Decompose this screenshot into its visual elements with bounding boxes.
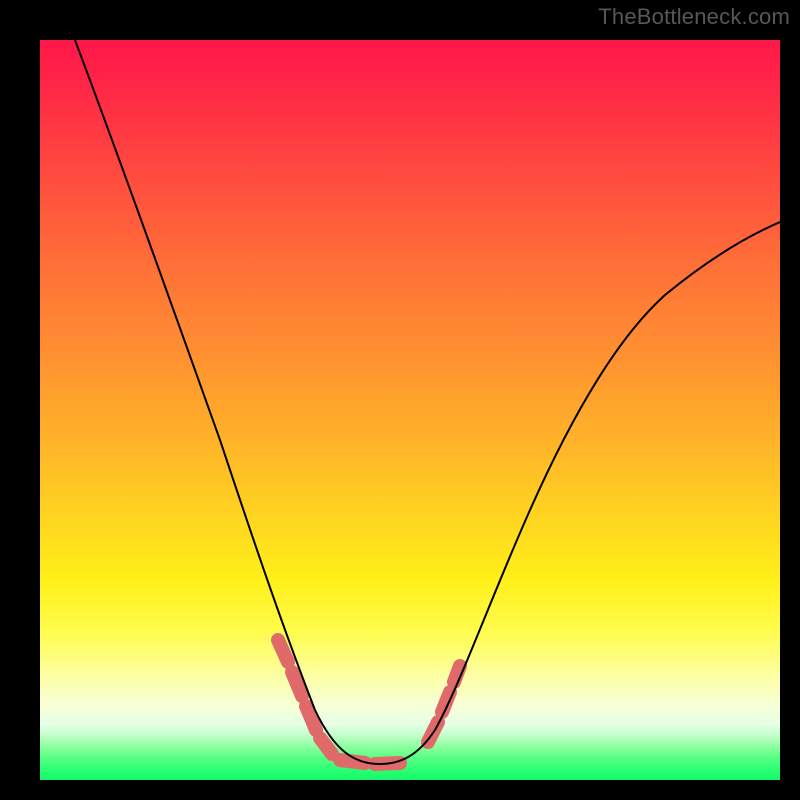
plot-area — [40, 40, 780, 780]
highlight-right — [428, 666, 460, 742]
chart-frame: TheBottleneck.com — [0, 0, 800, 800]
watermark-text: TheBottleneck.com — [598, 4, 790, 30]
bottleneck-curve — [75, 40, 780, 764]
curve-svg — [40, 40, 780, 780]
